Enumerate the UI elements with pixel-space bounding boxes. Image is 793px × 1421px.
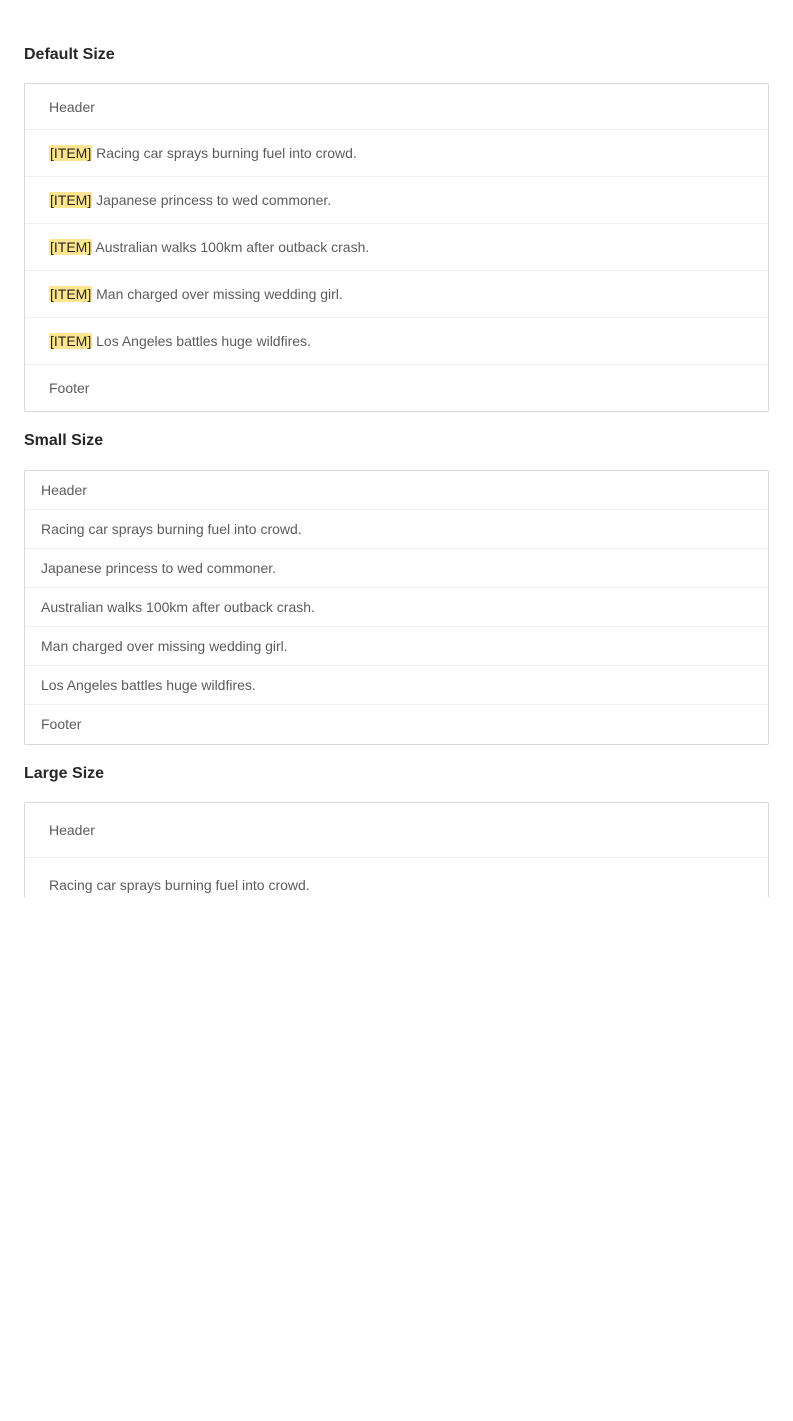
list-item-text: Los Angeles battles huge wildfires. (96, 333, 311, 349)
list-header: Header (25, 471, 768, 510)
section-title-small: Small Size (24, 432, 104, 449)
list-item: Los Angeles battles huge wildfires. (25, 666, 768, 705)
item-tag: [ITEM] (49, 286, 93, 302)
list-header: Header (25, 803, 768, 858)
list-item: Australian walks 100km after outback cra… (25, 588, 768, 627)
list-item-text: Australian walks 100km after outback cra… (95, 239, 370, 255)
list-large: Header Racing car sprays burning fuel in… (24, 802, 769, 898)
list-item: [ITEM] Man charged over missing wedding … (25, 271, 768, 318)
list-item: [ITEM] Japanese princess to wed commoner… (25, 177, 768, 224)
list-item: Racing car sprays burning fuel into crow… (25, 510, 768, 549)
list-item-text: Man charged over missing wedding girl. (96, 286, 343, 302)
list-item: Man charged over missing wedding girl. (25, 627, 768, 666)
list-footer: Footer (41, 716, 82, 732)
list-small: Header Racing car sprays burning fuel in… (24, 470, 769, 745)
list-item: [ITEM] Los Angeles battles huge wildfire… (25, 318, 768, 365)
item-tag: [ITEM] (49, 192, 93, 208)
list-default: Header [ITEM] Racing car sprays burning … (24, 83, 769, 412)
list-item: [ITEM] Australian walks 100km after outb… (25, 224, 768, 271)
item-tag: [ITEM] (49, 333, 93, 349)
list-footer: Footer (49, 380, 90, 396)
list-item: [ITEM] Racing car sprays burning fuel in… (25, 130, 768, 177)
list-header: Header (25, 84, 768, 130)
item-tag: [ITEM] (49, 145, 93, 161)
list-item-text: Japanese princess to wed commoner. (96, 192, 332, 208)
section-title-large: Large Size (24, 765, 105, 782)
list-item: Japanese princess to wed commoner. (25, 549, 768, 588)
item-tag: [ITEM] (49, 239, 93, 255)
section-title-default: Default Size (24, 46, 115, 63)
page-content: Default Size Header [ITEM] Racing car sp… (0, 0, 793, 898)
list-item-text: Racing car sprays burning fuel into crow… (96, 145, 357, 161)
list-item: Racing car sprays burning fuel into crow… (49, 877, 310, 893)
